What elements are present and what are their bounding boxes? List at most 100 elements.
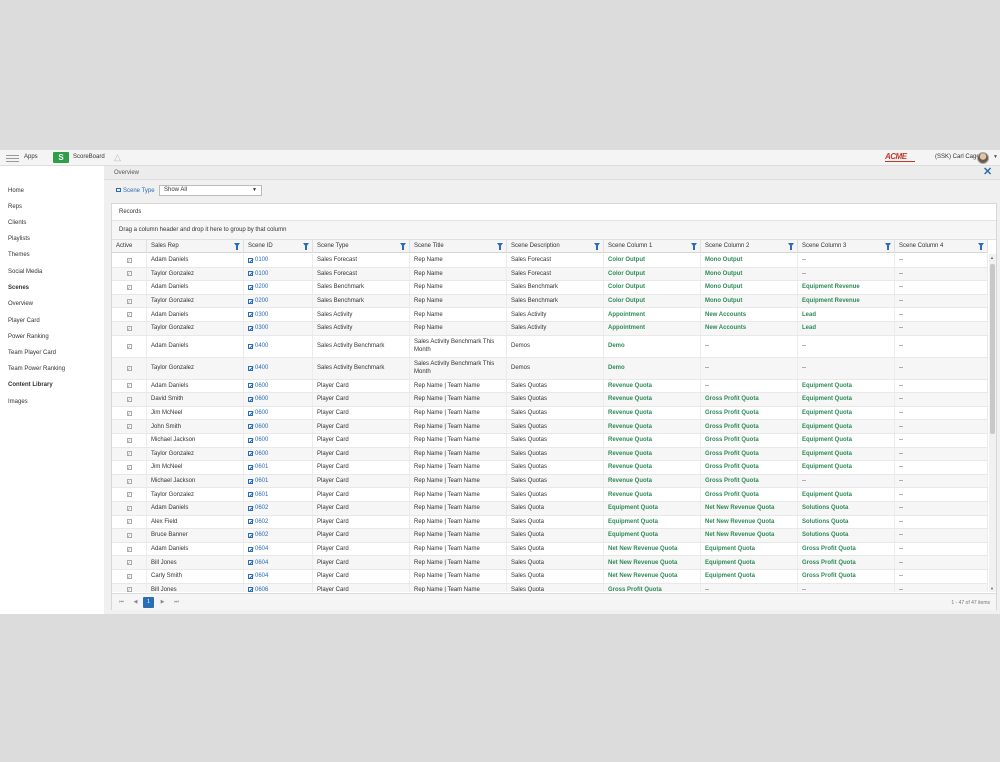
scroll-down-icon[interactable]: ▼	[990, 586, 994, 591]
edit-icon[interactable]	[248, 437, 253, 443]
edit-icon[interactable]	[248, 451, 253, 457]
active-checkbox[interactable]: ✓	[126, 257, 132, 263]
active-checkbox[interactable]: ✓	[126, 587, 132, 592]
filter-icon[interactable]	[594, 243, 600, 250]
cell-scene-id[interactable]: 0604	[244, 570, 313, 583]
active-checkbox[interactable]: ✓	[126, 312, 132, 318]
cell-scene-id[interactable]: 0604	[244, 556, 313, 569]
active-checkbox[interactable]: ✓	[126, 284, 132, 290]
cell-scene-id[interactable]: 0606	[244, 583, 313, 592]
sidebar-item-themes[interactable]: Themes	[8, 252, 30, 258]
sidebar-item-team-player-card[interactable]: Team Player Card	[8, 350, 56, 356]
cell-scene-id[interactable]: 0100	[244, 267, 313, 281]
cell-scene-id[interactable]: 0600	[244, 379, 313, 393]
table-row[interactable]: ✓ Adam Daniels 0604 Player Card Rep Name | T…	[112, 542, 988, 557]
column-header-active[interactable]: Active	[112, 240, 147, 253]
cell-scene-id[interactable]: 0300	[244, 322, 313, 335]
sidebar-item-reps[interactable]: Reps	[8, 204, 22, 210]
edit-icon[interactable]	[248, 519, 253, 525]
active-checkbox[interactable]: ✓	[126, 519, 132, 525]
cell-scene-id[interactable]: 0200	[244, 294, 313, 308]
active-checkbox[interactable]: ✓	[126, 437, 132, 443]
active-checkbox[interactable]: ✓	[126, 464, 132, 470]
table-row[interactable]: ✓ Bruce Banner 0602 Player Card Rep Name | T…	[112, 529, 988, 543]
avatar[interactable]	[977, 152, 989, 164]
column-header-scene-id[interactable]: Scene ID	[244, 240, 313, 253]
sidebar-item-overview[interactable]: Overview	[8, 301, 33, 307]
column-header-scene-description[interactable]: Scene Description	[507, 240, 604, 253]
menu-icon[interactable]	[6, 155, 19, 162]
table-row[interactable]: ✓ Michael Jackson 0600 Player Card Rep Name …	[112, 434, 988, 448]
table-row[interactable]: ✓ Adam Daniels 0400 Sales Activity Benchmar…	[112, 335, 988, 358]
filter-icon[interactable]	[885, 243, 891, 250]
table-row[interactable]: ✓ Jim McNeel 0601 Player Card Rep Name | Tea…	[112, 461, 988, 475]
sidebar-item-images[interactable]: Images	[8, 399, 28, 405]
edit-icon[interactable]	[248, 560, 253, 566]
next-page-button[interactable]: ▶	[157, 597, 168, 608]
cell-scene-id[interactable]: 0200	[244, 281, 313, 294]
table-row[interactable]: ✓ Michael Jackson 0601 Player Card Rep Name …	[112, 474, 988, 489]
edit-icon[interactable]	[248, 410, 253, 416]
cell-scene-id[interactable]: 0600	[244, 447, 313, 461]
cell-scene-id[interactable]: 0100	[244, 254, 313, 267]
apps-link[interactable]: Apps	[24, 154, 38, 160]
active-checkbox[interactable]: ✓	[126, 546, 132, 552]
active-checkbox[interactable]: ✓	[126, 573, 132, 579]
sidebar-item-home[interactable]: Home	[8, 188, 24, 194]
edit-icon[interactable]	[248, 298, 253, 304]
page-1-button[interactable]: 1	[143, 597, 154, 608]
table-row[interactable]: ✓ Adam Daniels 0100 Sales Forecast Rep Name S…	[112, 254, 988, 268]
breadcrumb-overview[interactable]: Overview	[114, 170, 139, 176]
active-checkbox[interactable]: ✓	[126, 410, 132, 416]
table-row[interactable]: ✓ Jim McNeel 0600 Player Card Rep Name | Tea…	[112, 406, 988, 421]
active-checkbox[interactable]: ✓	[126, 325, 132, 331]
edit-icon[interactable]	[248, 396, 253, 402]
edit-icon[interactable]	[248, 284, 253, 290]
chevron-down-icon[interactable]: ▼	[993, 154, 998, 160]
filter-icon[interactable]	[691, 243, 697, 250]
active-checkbox[interactable]: ✓	[126, 396, 132, 402]
table-row[interactable]: ✓ Carly Smith 0604 Player Card Rep Name | Te…	[112, 570, 988, 584]
active-checkbox[interactable]: ✓	[126, 451, 132, 457]
active-checkbox[interactable]: ✓	[126, 343, 132, 349]
column-header-sales-rep[interactable]: Sales Rep	[147, 240, 244, 253]
edit-icon[interactable]	[248, 505, 253, 511]
sidebar-item-scenes[interactable]: Scenes	[8, 285, 29, 291]
edit-icon[interactable]	[248, 257, 253, 263]
cell-scene-id[interactable]: 0602	[244, 529, 313, 542]
table-row[interactable]: ✓ Taylor Gonzalez 0600 Player Card Rep Name …	[112, 447, 988, 462]
table-row[interactable]: ✓ Taylor Gonzalez 0400 Sales Activity Bench…	[112, 357, 988, 380]
cell-scene-id[interactable]: 0604	[244, 542, 313, 556]
filter-icon[interactable]	[234, 243, 240, 250]
sidebar-item-power-ranking[interactable]: Power Ranking	[8, 334, 49, 340]
column-header-scene-column-1[interactable]: Scene Column 1	[604, 240, 701, 253]
edit-icon[interactable]	[248, 546, 253, 552]
table-row[interactable]: ✓ Adam Daniels 0600 Player Card Rep Name | T…	[112, 379, 988, 394]
sidebar-item-team-power-ranking[interactable]: Team Power Ranking	[8, 366, 65, 372]
table-row[interactable]: ✓ Adam Daniels 0200 Sales Benchmark Rep Name…	[112, 281, 988, 295]
cell-scene-id[interactable]: 0400	[244, 357, 313, 379]
filter-icon[interactable]	[497, 243, 503, 250]
column-header-scene-type[interactable]: Scene Type	[313, 240, 410, 253]
active-checkbox[interactable]: ✓	[126, 383, 132, 389]
table-row[interactable]: ✓ Taylor Gonzalez 0200 Sales Benchmark Rep N…	[112, 294, 988, 309]
edit-icon[interactable]	[248, 424, 253, 430]
table-row[interactable]: ✓ Taylor Gonzalez 0100 Sales Forecast Rep Na…	[112, 267, 988, 282]
user-name[interactable]: (SSK) Carl Cage	[935, 154, 980, 160]
edit-icon[interactable]	[248, 271, 253, 277]
edit-icon[interactable]	[248, 478, 253, 484]
sidebar-item-social-media[interactable]: Social Media	[8, 269, 42, 275]
cell-scene-id[interactable]: 0601	[244, 474, 313, 488]
cell-scene-id[interactable]: 0601	[244, 488, 313, 501]
filter-icon[interactable]	[788, 243, 794, 250]
close-icon[interactable]: ✕	[983, 167, 992, 178]
active-checkbox[interactable]: ✓	[126, 365, 132, 371]
prev-page-button[interactable]: ◀	[130, 597, 141, 608]
active-checkbox[interactable]: ✓	[126, 424, 132, 430]
cell-scene-id[interactable]: 0602	[244, 515, 313, 529]
scoreboard-logo-icon[interactable]: S	[53, 152, 69, 163]
active-checkbox[interactable]: ✓	[126, 492, 132, 498]
cell-scene-id[interactable]: 0600	[244, 420, 313, 433]
cell-scene-id[interactable]: 0602	[244, 502, 313, 515]
first-page-button[interactable]: ⏮	[116, 597, 127, 608]
